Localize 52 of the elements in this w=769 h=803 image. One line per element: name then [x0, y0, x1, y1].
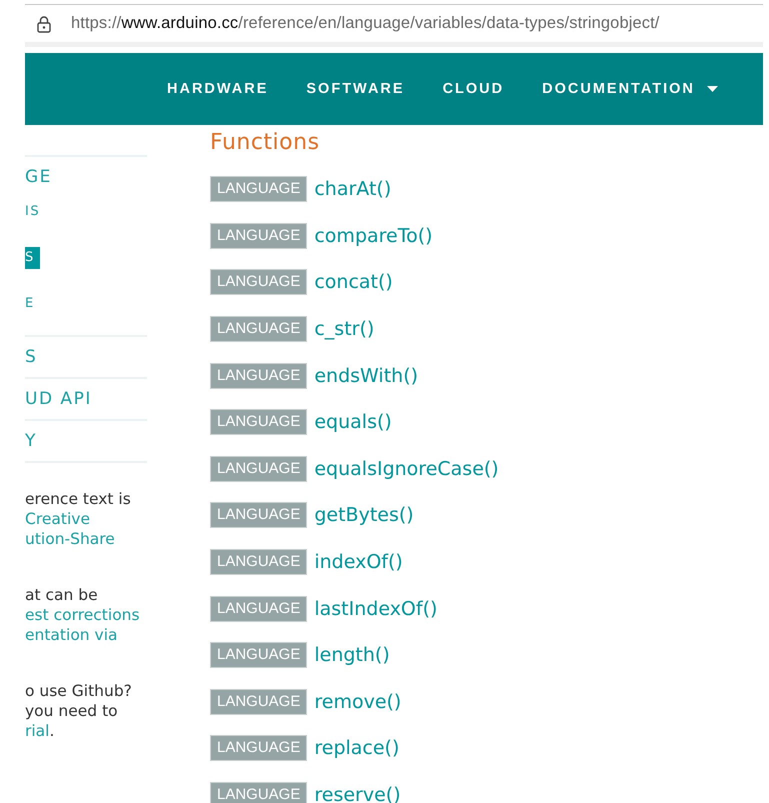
language-tag: LANGUAGE — [210, 502, 308, 528]
section-heading: Functions — [210, 130, 321, 155]
nav-link[interactable]: CLOUD — [442, 81, 504, 97]
text-link[interactable]: rial. — [25, 721, 54, 741]
nav-link[interactable]: DOCUMENTATION — [542, 81, 718, 97]
address-bar[interactable]: https://www.arduino.cc/reference/en/language/variables/data-types/stringobject/ — [25, 4, 763, 47]
text-link[interactable]: Creative — [25, 509, 90, 529]
function-link[interactable]: indexOf() — [314, 551, 403, 574]
language-tag: LANGUAGE — [210, 456, 308, 482]
text-link[interactable]: ution-Share — [25, 529, 115, 549]
sidebar-item[interactable]: GE — [25, 165, 52, 189]
language-tag: LANGUAGE — [210, 688, 308, 715]
language-tag: LANGUAGE — [210, 222, 308, 249]
function-link[interactable]: charAt() — [314, 178, 392, 200]
sidebar-item[interactable]: S — [25, 345, 38, 369]
caret-icon — [706, 86, 718, 92]
language-tag: LANGUAGE — [210, 176, 308, 202]
nav-link[interactable]: SOFTWARE — [306, 81, 405, 97]
function-link[interactable]: concat() — [314, 271, 393, 294]
function-link[interactable]: length() — [314, 644, 390, 666]
function-link[interactable]: c_str() — [314, 318, 374, 340]
url-text: https://www.arduino.cc/reference/en/language/variables/data-types/stringobject/ — [71, 14, 660, 33]
sidebar-subitem[interactable]: S — [25, 247, 40, 269]
language-tag: LANGUAGE — [210, 782, 308, 803]
text-link[interactable]: est corrections — [25, 605, 140, 625]
language-tag: LANGUAGE — [210, 269, 308, 296]
language-tag: LANGUAGE — [210, 316, 308, 342]
function-link[interactable]: equals() — [314, 411, 392, 434]
language-tag: LANGUAGE — [210, 409, 308, 436]
note-text: at can be — [25, 585, 98, 605]
function-link[interactable]: compareTo() — [314, 224, 433, 247]
sidebar-item[interactable]: UD API — [25, 387, 92, 411]
function-link[interactable]: replace() — [314, 737, 400, 760]
language-tag: LANGUAGE — [210, 642, 308, 668]
function-link[interactable]: lastIndexOf() — [314, 598, 438, 620]
language-tag: LANGUAGE — [210, 735, 308, 762]
sidebar-subitem[interactable]: IS — [25, 201, 46, 223]
text-link[interactable]: entation via — [25, 625, 118, 645]
language-tag: LANGUAGE — [210, 549, 308, 576]
lock-icon — [37, 14, 51, 32]
function-link[interactable]: endsWith() — [314, 364, 418, 387]
note-text: you need to — [25, 701, 118, 721]
function-link[interactable]: equalsIgnoreCase() — [314, 458, 499, 480]
function-link[interactable]: remove() — [314, 690, 402, 713]
nav-link[interactable]: HARDWARE — [167, 81, 268, 97]
function-link[interactable]: getBytes() — [314, 504, 414, 526]
sidebar-subitem[interactable]: E — [25, 293, 40, 315]
note-text: erence text is — [25, 489, 131, 509]
language-tag: LANGUAGE — [210, 596, 308, 622]
language-tag: LANGUAGE — [210, 362, 308, 389]
note-text: o use Github? — [25, 681, 132, 701]
sidebar-item[interactable]: Y — [25, 429, 37, 453]
